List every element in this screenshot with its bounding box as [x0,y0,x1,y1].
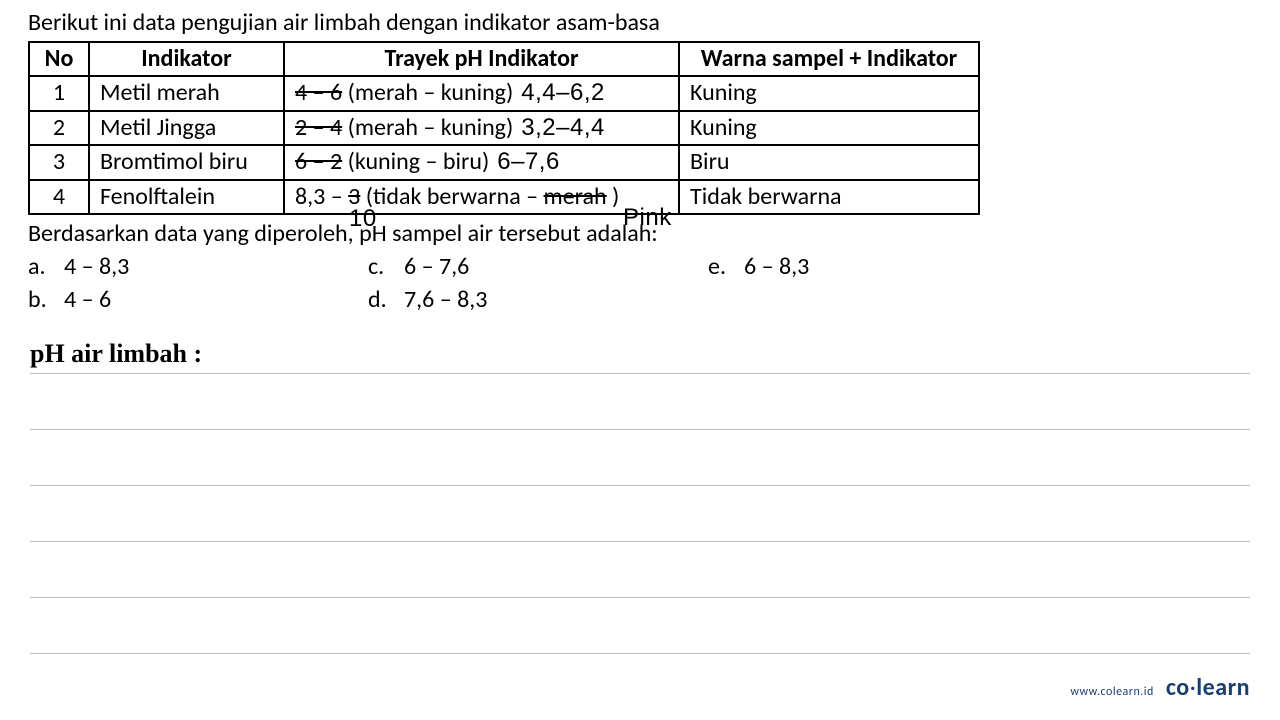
cell-trayek: 4 – 6 (merah – kuning) 4,4–6,2 [284,76,679,110]
struck-range: 2 – 4 [295,113,342,142]
ruled-line: pH air limbah : [30,334,1250,374]
ruled-line [30,486,1250,542]
th-no: No [29,42,89,76]
cell-warna: Kuning [679,111,979,145]
colearn-logo: co·learn [1166,673,1250,702]
logo-pre: co [1166,673,1190,702]
cell-warna: Tidak berwarna [679,180,979,214]
option-d: d. 7,6 – 8,3 [368,285,708,314]
cell-warna: Kuning [679,76,979,110]
hand-correction: 4,4–6,2 [521,77,605,109]
hand-correction: 6–7,6 [497,146,560,178]
ruled-line [30,430,1250,486]
color-range: (kuning – biru) [342,147,489,176]
hand-annotation-10: 10 [349,205,377,233]
cell-indikator: Metil merah [89,76,284,110]
option-letter: c. [368,252,390,281]
option-text: 6 – 7,6 [404,252,469,281]
hand-annotation-pink: Pink [623,204,672,232]
footer: www.colearn.id co·learn [1070,673,1250,702]
struck-range: 6 – 2 [295,147,342,176]
footer-url: www.colearn.id [1070,685,1153,699]
ruled-line [30,598,1250,654]
option-text: 4 – 6 [64,285,111,314]
logo-post: learn [1196,673,1250,702]
ruled-area: pH air limbah : [30,334,1250,654]
ruled-line [30,374,1250,430]
option-b: b. 4 – 6 [28,285,368,314]
cell-no: 4 [29,180,89,214]
trayek-mid: (tidak berwarna – [360,182,543,211]
color-range: (merah – kuning) [342,113,513,142]
intro-text: Berikut ini data pengujian air limbah de… [28,8,1252,37]
th-indikator: Indikator [89,42,284,76]
trayek-pre: 8,3 – [295,182,348,211]
cell-trayek: 8,3 – 3 (tidak berwarna – merah ) [284,180,679,214]
option-text: 6 – 8,3 [744,252,809,281]
question-block: Berikut ini data pengujian air limbah de… [0,0,1280,314]
cell-indikator: Fenolftalein [89,180,284,214]
option-letter: e. [708,252,730,281]
option-letter: a. [28,252,50,281]
answer-options: a. 4 – 8,3 c. 6 – 7,6 e. 6 – 8,3 b. 4 – … [28,252,1252,314]
color-range: (merah – kuning) [342,78,513,107]
struck-2: merah [544,182,607,211]
table-row: 1 Metil merah 4 – 6 (merah – kuning) 4,4… [29,76,979,110]
ruled-line [30,542,1250,598]
option-a: a. 4 – 8,3 [28,252,368,281]
struck-range: 4 – 6 [295,78,342,107]
option-e: e. 6 – 8,3 [708,252,1048,281]
data-table: No Indikator Trayek pH Indikator Warna s… [28,41,980,215]
option-letter: b. [28,285,50,314]
table-row: 3 Bromtimol biru 6 – 2 (kuning – biru) 6… [29,145,979,179]
th-trayek: Trayek pH Indikator [284,42,679,76]
option-text: 7,6 – 8,3 [404,285,487,314]
th-warna: Warna sampel + Indikator [679,42,979,76]
ph-title: pH air limbah : [30,339,202,369]
cell-no: 2 [29,111,89,145]
option-letter: d. [368,285,390,314]
hand-correction: 3,2–4,4 [521,112,605,144]
cell-trayek: 2 – 4 (merah – kuning) 3,2–4,4 [284,111,679,145]
cell-warna: Biru [679,145,979,179]
cell-trayek: 6 – 2 (kuning – biru) 6–7,6 [284,145,679,179]
cell-indikator: Metil Jingga [89,111,284,145]
cell-indikator: Bromtimol biru [89,145,284,179]
option-c: c. 6 – 7,6 [368,252,708,281]
table-row: 2 Metil Jingga 2 – 4 (merah – kuning) 3,… [29,111,979,145]
trayek-post: ) [607,182,620,211]
option-text: 4 – 8,3 [64,252,129,281]
table-row: 4 Fenolftalein 8,3 – 3 (tidak berwarna –… [29,180,979,214]
cell-no: 1 [29,76,89,110]
cell-no: 3 [29,145,89,179]
